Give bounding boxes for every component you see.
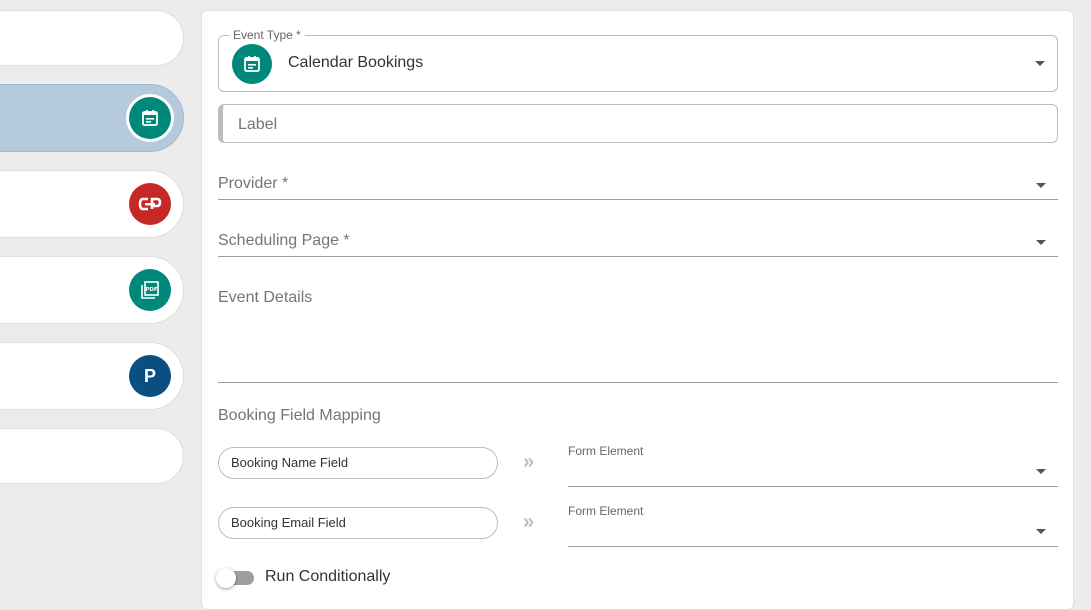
scheduling-page-label: Scheduling Page * [218, 232, 350, 249]
event-details-textarea[interactable]: Event Details [218, 285, 1058, 383]
p-icon-glyph: P [143, 365, 156, 386]
event-details-label: Event Details [218, 289, 313, 306]
event-type-legend: Event Type * [229, 28, 305, 42]
booking-email-field-label: Booking Email Field [231, 515, 346, 530]
label-field[interactable]: Label [218, 104, 1058, 143]
form-element-select-email[interactable]: Form Element [568, 504, 1058, 547]
booking-field-mapping-title: Booking Field Mapping [218, 407, 381, 424]
sidebar-item-p[interactable]: P [0, 342, 184, 410]
event-type-value: Calendar Bookings [288, 54, 424, 71]
arrow-glyph: » [523, 511, 534, 533]
calendar-icon [129, 97, 171, 139]
booking-email-field: Booking Email Field [218, 507, 498, 539]
booking-name-field-label: Booking Name Field [231, 455, 349, 470]
chevron-down-icon [1036, 529, 1046, 534]
sidebar-item-calendar-bookings[interactable] [0, 84, 184, 152]
event-settings-panel: Event Type * Calendar Bookings Label Pro… [201, 10, 1074, 610]
run-conditionally-toggle[interactable] [216, 568, 254, 588]
chevron-down-icon [1036, 240, 1046, 245]
svg-text:PDF: PDF [145, 287, 158, 293]
cp-icon [129, 183, 171, 225]
sidebar-item-blank-top[interactable] [0, 10, 184, 66]
run-conditionally-label: Run Conditionally [265, 568, 391, 585]
scheduling-page-select[interactable]: Scheduling Page * [218, 228, 1058, 257]
provider-label: Provider * [218, 175, 289, 192]
label-placeholder: Label [238, 116, 278, 133]
form-element-label: Form Element [568, 444, 644, 458]
pdf-icon: PDF [129, 269, 171, 311]
chevron-down-icon [1036, 469, 1046, 474]
p-icon: P [129, 355, 171, 397]
toggle-thumb[interactable] [216, 568, 236, 588]
sidebar-item-blank-bottom[interactable] [0, 428, 184, 484]
chevron-down-icon [1036, 183, 1046, 188]
form-element-label: Form Element [568, 504, 644, 518]
double-chevron-right-icon: » [523, 511, 534, 534]
event-type-select[interactable]: Event Type * Calendar Bookings [218, 28, 1058, 92]
booking-name-field: Booking Name Field [218, 447, 498, 479]
arrow-glyph: » [523, 451, 534, 473]
sidebar-item-cp[interactable] [0, 170, 184, 238]
sidebar-item-pdf[interactable]: PDF [0, 256, 184, 324]
double-chevron-right-icon: » [523, 451, 534, 474]
chevron-down-icon [1035, 61, 1045, 66]
provider-select[interactable]: Provider * [218, 171, 1058, 200]
form-element-select-name[interactable]: Form Element [568, 444, 1058, 487]
calendar-icon [232, 44, 272, 84]
